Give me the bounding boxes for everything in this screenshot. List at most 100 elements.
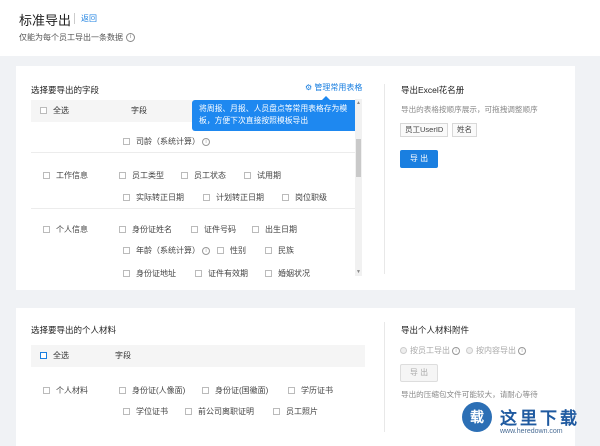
roster-tag-name[interactable]: 姓名 xyxy=(452,123,477,137)
roster-description: 导出的表格按顺序展示，可拖拽调整顺序 xyxy=(401,105,538,114)
checkbox[interactable] xyxy=(43,172,50,180)
checkbox[interactable] xyxy=(203,194,210,202)
option-label: 岗位职级 xyxy=(295,193,327,202)
export-attachments-button[interactable]: 导 出 xyxy=(400,364,438,382)
select-all-checkbox[interactable] xyxy=(40,352,47,360)
option-education-cert[interactable]: 学历证书 xyxy=(288,385,333,396)
checkbox[interactable] xyxy=(119,172,126,180)
option-id-back[interactable]: 身份证(国徽面) xyxy=(202,385,268,396)
checkbox[interactable] xyxy=(181,172,188,180)
option-leaving-cert[interactable]: 前公司离职证明 xyxy=(185,406,254,417)
option-id-number[interactable]: 证件号码 xyxy=(191,224,236,235)
option-label: 员工状态 xyxy=(194,171,226,180)
info-icon[interactable]: i xyxy=(452,346,460,355)
option-job-level[interactable]: 岗位职级 xyxy=(282,192,327,203)
option-id-name[interactable]: 身份证姓名 xyxy=(119,224,172,235)
option-id-front[interactable]: 身份证(人像面) xyxy=(119,385,185,396)
checkbox[interactable] xyxy=(119,226,126,234)
fields-section-title: 选择要导出的字段 xyxy=(31,85,100,95)
radio-button[interactable] xyxy=(466,347,473,355)
group-personal-materials[interactable]: 个人材料 xyxy=(43,385,88,396)
checkbox[interactable] xyxy=(43,226,50,234)
option-label: 司龄（系统计算） xyxy=(136,137,200,146)
checkbox[interactable] xyxy=(282,194,289,202)
radio-by-employee[interactable]: 按员工导出 i xyxy=(400,345,460,356)
checkbox[interactable] xyxy=(252,226,259,234)
scroll-thumb[interactable] xyxy=(356,139,361,177)
watermark-logo: 载 这里下载 www.heredown.com xyxy=(462,400,596,444)
attachments-description: 导出的压缩包文件可能较大，请耐心等待 xyxy=(401,390,538,399)
checkbox[interactable] xyxy=(244,172,251,180)
radio-button[interactable] xyxy=(400,347,407,355)
checkbox[interactable] xyxy=(217,247,224,255)
option-label: 身份证姓名 xyxy=(132,225,172,234)
option-label: 婚姻状况 xyxy=(278,269,310,278)
templates-tooltip: 将周报、月报、人员盘点等常用表格存为模板，方便下次直接按照模板导出 xyxy=(192,96,360,131)
checkbox[interactable] xyxy=(123,270,130,278)
option-label: 性别 xyxy=(230,246,246,255)
fields-scrollbar[interactable]: ▲ ▼ xyxy=(355,99,362,276)
option-age[interactable]: 年龄（系统计算） i xyxy=(123,245,210,256)
checkbox[interactable] xyxy=(273,408,280,416)
page-subtitle: 仅能为每个员工导出一条数据 i xyxy=(19,32,135,43)
checkbox[interactable] xyxy=(123,138,130,146)
watermark-badge-icon: 载 xyxy=(462,402,492,432)
checkbox[interactable] xyxy=(123,194,130,202)
option-employee-photo[interactable]: 员工照片 xyxy=(273,406,318,417)
export-roster-button[interactable]: 导 出 xyxy=(400,150,438,168)
manage-templates-link[interactable]: ⚙ 管理常用表格 xyxy=(305,82,362,93)
select-all[interactable]: 全选 xyxy=(40,100,69,122)
radio-by-content[interactable]: 按内容导出 i xyxy=(466,345,526,356)
checkbox[interactable] xyxy=(43,387,50,395)
option-actual-regular-date[interactable]: 实际转正日期 xyxy=(123,192,184,203)
group-personal-info[interactable]: 个人信息 xyxy=(43,224,88,235)
option-label: 学历证书 xyxy=(301,386,333,395)
option-degree-cert[interactable]: 学位证书 xyxy=(123,406,168,417)
option-probation[interactable]: 试用期 xyxy=(244,170,281,181)
group-label: 个人材料 xyxy=(56,386,88,395)
checkbox[interactable] xyxy=(185,408,192,416)
select-all-checkbox[interactable] xyxy=(40,107,47,115)
scroll-up-arrow-icon[interactable]: ▲ xyxy=(355,99,362,107)
scroll-down-arrow-icon[interactable]: ▼ xyxy=(355,268,362,276)
watermark-text: 这里下载 xyxy=(500,409,580,429)
option-label: 身份证(国徽面) xyxy=(215,386,269,395)
checkbox[interactable] xyxy=(123,408,130,416)
info-icon[interactable]: i xyxy=(126,33,135,43)
page-title: 标准导出 xyxy=(19,13,72,28)
back-link[interactable]: 返回 xyxy=(81,13,97,24)
option-employee-status[interactable]: 员工状态 xyxy=(181,170,226,181)
option-age-service[interactable]: 司龄（系统计算） i xyxy=(123,136,210,147)
roster-tag-userid[interactable]: 员工UserID xyxy=(400,123,449,137)
option-planned-regular-date[interactable]: 计划转正日期 xyxy=(203,192,264,203)
checkbox[interactable] xyxy=(265,247,272,255)
option-ethnicity[interactable]: 民族 xyxy=(265,245,294,256)
option-marital-status[interactable]: 婚姻状况 xyxy=(265,268,310,279)
info-icon[interactable]: i xyxy=(518,346,526,355)
checkbox[interactable] xyxy=(123,247,130,255)
card-divider xyxy=(384,84,385,274)
checkbox[interactable] xyxy=(195,270,202,278)
checkbox[interactable] xyxy=(202,387,209,395)
info-icon[interactable]: i xyxy=(202,137,210,146)
select-all-label: 全选 xyxy=(53,106,69,115)
select-all[interactable]: 全选 xyxy=(40,345,69,367)
option-id-validity[interactable]: 证件有效期 xyxy=(195,268,248,279)
option-gender[interactable]: 性别 xyxy=(217,245,246,256)
option-label: 实际转正日期 xyxy=(136,193,184,202)
select-all-label: 全选 xyxy=(53,351,69,360)
checkbox[interactable] xyxy=(265,270,272,278)
option-id-address[interactable]: 身份证地址 xyxy=(123,268,176,279)
group-label: 工作信息 xyxy=(56,171,88,180)
option-label: 民族 xyxy=(278,246,294,255)
group-work-info[interactable]: 工作信息 xyxy=(43,170,88,181)
option-employee-type[interactable]: 员工类型 xyxy=(119,170,164,181)
group-label: 个人信息 xyxy=(56,225,88,234)
option-label: 证件号码 xyxy=(204,225,236,234)
checkbox[interactable] xyxy=(191,226,198,234)
checkbox[interactable] xyxy=(288,387,295,395)
attachments-title: 导出个人材料附件 xyxy=(401,325,470,335)
info-icon[interactable]: i xyxy=(202,246,210,255)
option-birth-date[interactable]: 出生日期 xyxy=(252,224,297,235)
checkbox[interactable] xyxy=(119,387,126,395)
